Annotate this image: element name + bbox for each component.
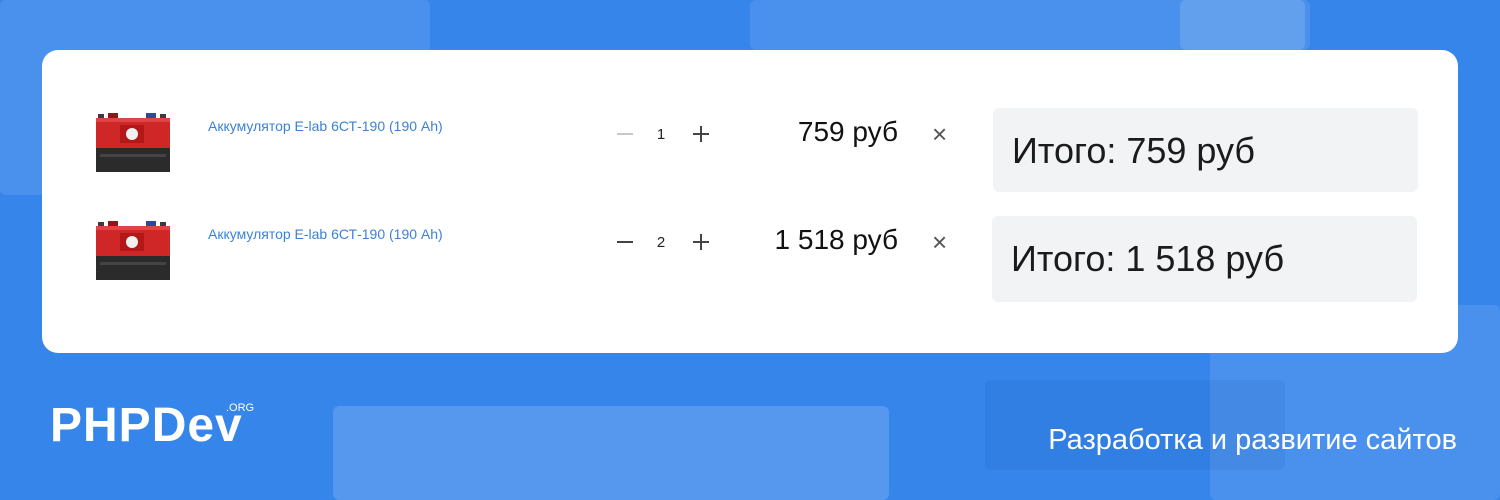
close-icon[interactable]: × [932,121,947,147]
product-name-link[interactable]: Аккумулятор E-lab 6СТ-190 (190 Ah) [208,118,443,134]
cart-row: Аккумулятор E-lab 6СТ-190 (190 Ah) 2 1 5… [42,216,1458,312]
row-total: Итого: 1 518 руб [1011,238,1285,279]
item-price: 1 518 руб [774,224,898,255]
row-total-box: Итого: 1 518 руб [992,216,1417,302]
product-name-link[interactable]: Аккумулятор E-lab 6СТ-190 (190 Ah) [208,226,443,242]
row-total: Итого: 759 руб [1012,130,1256,171]
cart-card: Аккумулятор E-lab 6СТ-190 (190 Ah) 1 759… [42,50,1458,353]
increase-qty-button[interactable] [691,232,711,252]
decrease-qty-button[interactable] [615,232,635,252]
tagline: Разработка и развитие сайтов [1048,424,1457,456]
increase-qty-button[interactable] [691,124,711,144]
logo-suffix: .ORG [226,402,255,414]
close-icon[interactable]: × [932,229,947,255]
banner: Аккумулятор E-lab 6СТ-190 (190 Ah) 1 759… [0,0,1500,500]
product-image[interactable] [94,110,176,176]
row-total-box: Итого: 759 руб [993,108,1418,192]
background-shape [333,406,889,500]
decrease-qty-button[interactable] [615,124,635,144]
cart-row: Аккумулятор E-lab 6СТ-190 (190 Ah) 1 759… [42,108,1458,204]
quantity-value[interactable]: 1 [648,126,674,143]
background-shape [1180,0,1305,50]
logo: PHPDev .ORG [50,402,260,450]
product-image[interactable] [94,218,176,284]
logo-text: PHPDev [50,399,243,452]
item-price: 759 руб [797,116,898,147]
quantity-value[interactable]: 2 [648,234,674,251]
